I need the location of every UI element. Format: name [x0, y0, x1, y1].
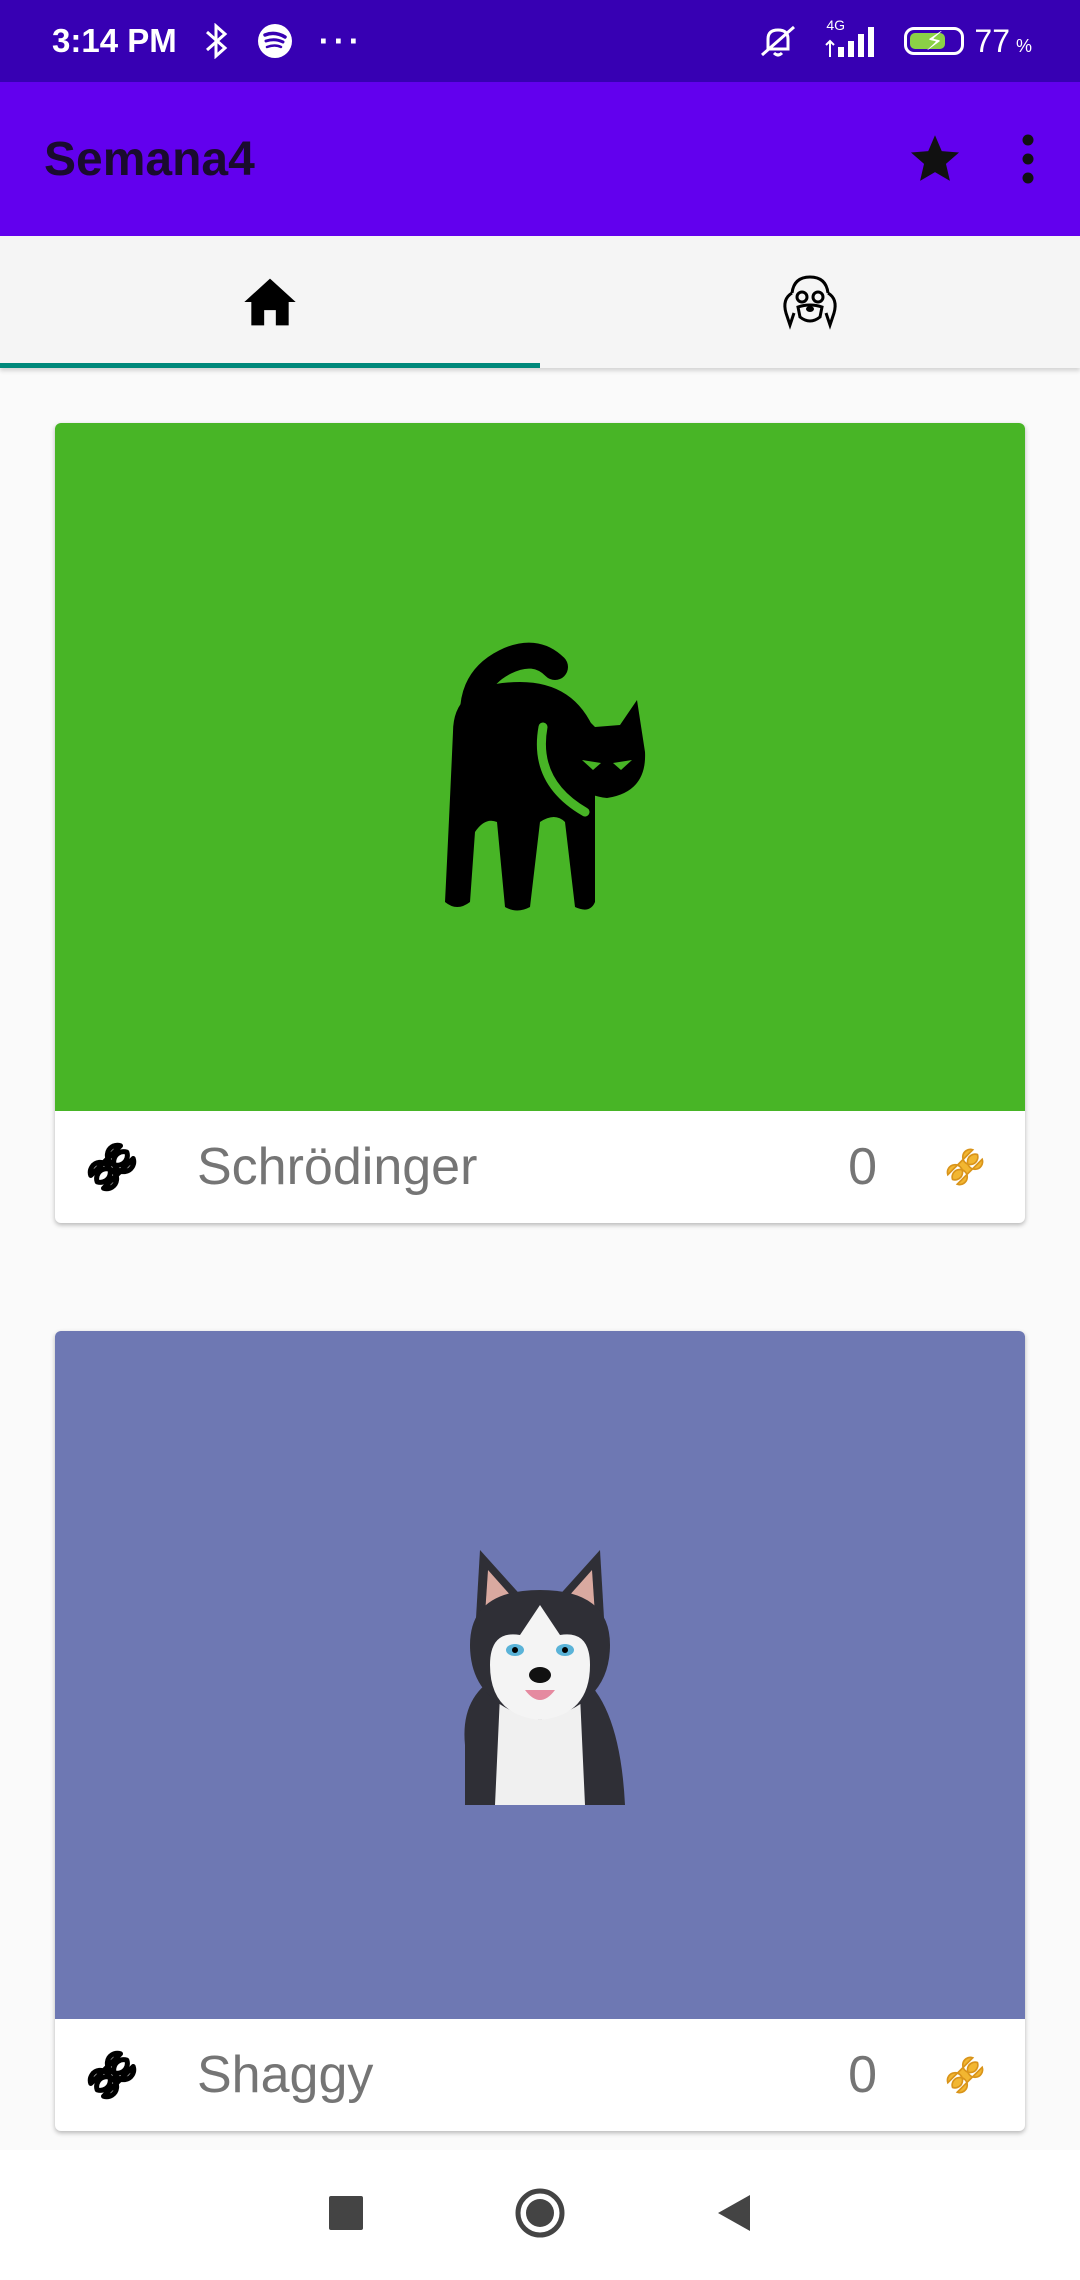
status-time: 3:14 PM [52, 22, 177, 59]
overflow-menu-button[interactable] [1020, 134, 1036, 184]
husky-dog-image [464, 1550, 625, 1805]
like-count: 0 [848, 2046, 877, 2104]
bone-outline-icon [87, 1142, 137, 1192]
rate-button[interactable] [67, 1122, 157, 1212]
more-vert-icon [1022, 134, 1034, 184]
app-actions [906, 131, 1036, 187]
mute-icon [761, 25, 796, 57]
pet-photo [55, 423, 1025, 1111]
pet-card[interactable]: Shaggy 0 [55, 1331, 1025, 2131]
tab-profile[interactable] [540, 236, 1080, 368]
recents-icon [329, 2195, 363, 2230]
dog-face-icon [783, 275, 837, 330]
bluetooth-icon [205, 23, 227, 59]
network-type: 4G [826, 17, 846, 33]
black-cat-image [445, 642, 646, 911]
tab-home[interactable] [0, 236, 540, 368]
golden-bone-icon [946, 1148, 984, 1186]
status-right: 4G ⚡ 77% [758, 17, 1032, 60]
pet-card-footer: Shaggy 0 [55, 2019, 1025, 2131]
battery: ⚡ 77% [904, 23, 1032, 60]
app-title: Semana4 [44, 132, 255, 186]
status-left: 3:14 PM ··· [52, 22, 364, 60]
system-nav-bar [0, 2150, 1080, 2280]
home-button[interactable] [514, 2187, 566, 2244]
app-bar: Semana4 [0, 82, 1080, 236]
home-circle-icon [515, 2188, 565, 2237]
pet-name: Schrödinger [197, 1138, 478, 1196]
tab-bar [0, 236, 1080, 368]
spotify-icon [257, 24, 292, 58]
back-icon [718, 2194, 750, 2231]
like-count: 0 [848, 1138, 877, 1196]
more-notifications-icon: ··· [318, 22, 364, 59]
pet-name: Shaggy [197, 2046, 374, 2104]
bone-outline-icon [87, 2050, 137, 2100]
star-icon [910, 135, 960, 181]
rate-button[interactable] [67, 2030, 157, 2120]
status-bar: 3:14 PM ··· 4G ⚡ 77 % [0, 0, 1080, 82]
home-icon [244, 278, 296, 326]
battery-level: 77% [974, 22, 1032, 59]
back-button[interactable] [716, 2193, 752, 2238]
favorites-button[interactable] [906, 131, 964, 187]
pet-card[interactable]: Schrödinger 0 [55, 423, 1025, 1223]
signal-group: 4G [824, 17, 878, 59]
like-icon-wrap [925, 2035, 1005, 2115]
pet-photo [55, 1331, 1025, 2019]
battery-icon: ⚡ [904, 26, 965, 56]
golden-bone-icon [946, 2056, 984, 2094]
like-icon-wrap [925, 1127, 1005, 1207]
recents-button[interactable] [328, 2195, 364, 2236]
pet-card-footer: Schrödinger 0 [55, 1111, 1025, 1223]
